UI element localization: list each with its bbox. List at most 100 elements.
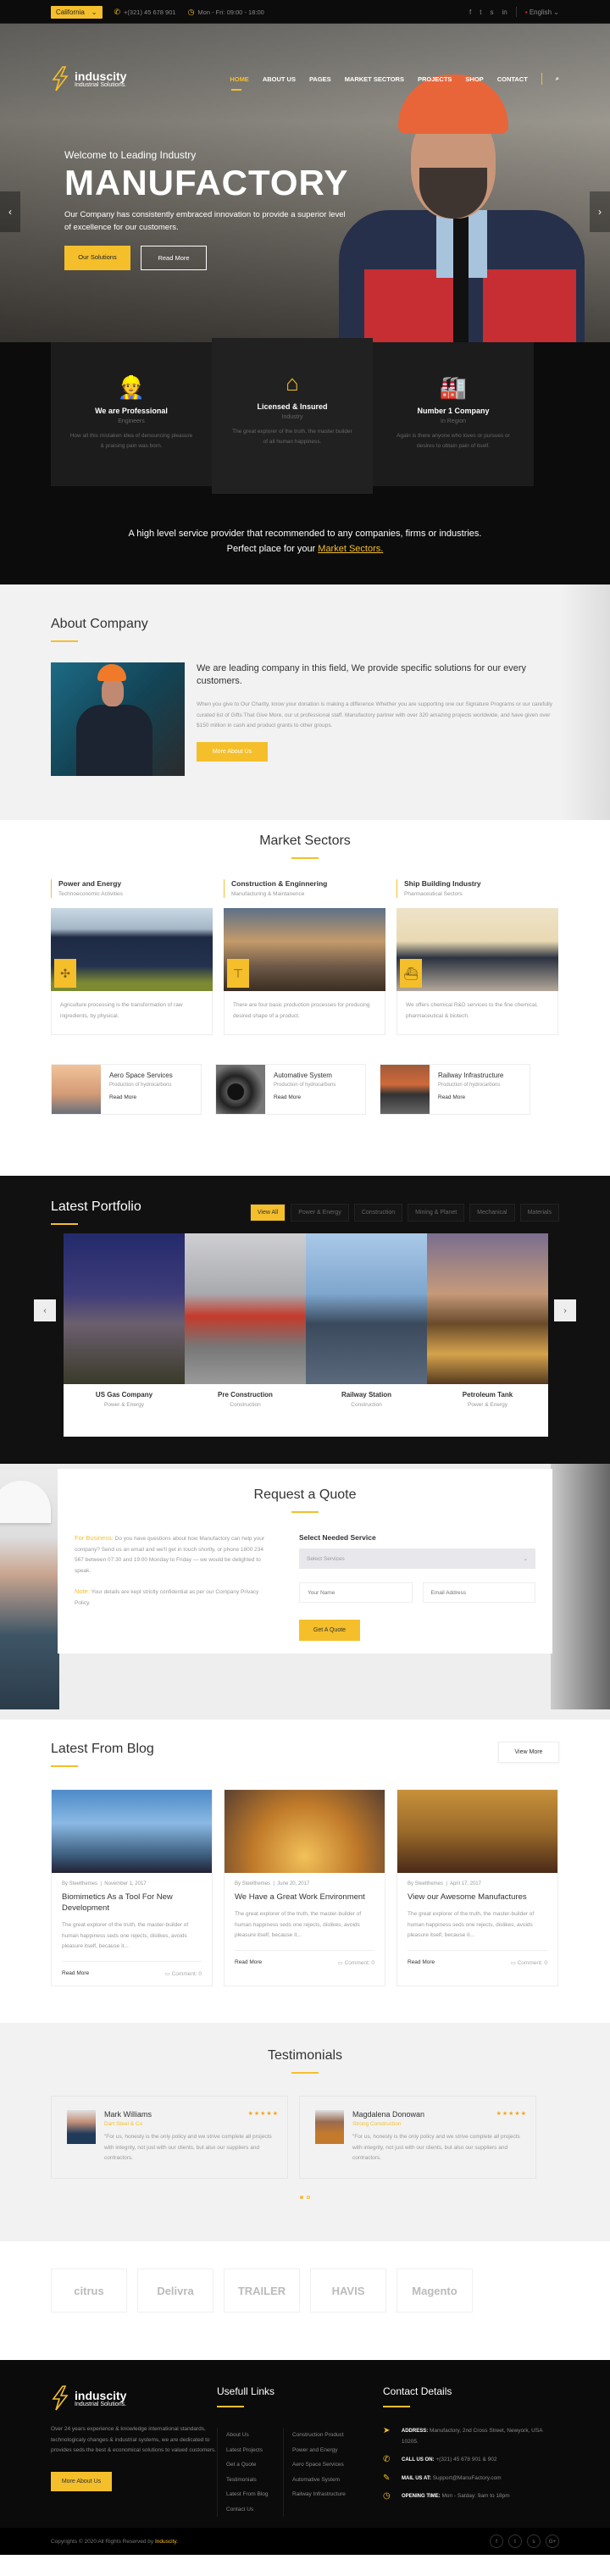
skype-icon[interactable]: s bbox=[491, 8, 494, 16]
client-logo-havis[interactable]: HAVIS bbox=[310, 2269, 386, 2313]
footer-more-about-button[interactable]: More About Us bbox=[51, 2471, 112, 2491]
nav-shop[interactable]: SHOP bbox=[465, 75, 483, 83]
footer-link[interactable]: Railway Infrastructure bbox=[292, 2487, 368, 2502]
chevron-down-icon: ⌄ bbox=[523, 1556, 528, 1562]
post-image[interactable] bbox=[52, 1790, 212, 1873]
read-more-link[interactable]: Read More bbox=[408, 1959, 435, 1966]
linkedin-icon[interactable]: in bbox=[502, 8, 507, 16]
footer-link[interactable]: Construction Product bbox=[292, 2428, 368, 2443]
market-sectors-link[interactable]: Market Sectors. bbox=[318, 544, 383, 554]
contact-value[interactable]: Support@ManuFactory.com bbox=[431, 2475, 502, 2481]
language-selector[interactable]: ▪ English ⌄ bbox=[525, 8, 559, 16]
filter-tab-materials[interactable]: Materials bbox=[519, 1203, 559, 1222]
nav-pages[interactable]: PAGES bbox=[309, 75, 331, 83]
footer-heading: Usefull Links bbox=[217, 2385, 275, 2397]
sector-card[interactable]: Ship Building Industry Pharmaceutical Sec… bbox=[396, 879, 558, 1035]
portfolio-item[interactable]: US Gas Company Power & Energy bbox=[64, 1233, 185, 1437]
section-heading: Latest From Blog bbox=[51, 1742, 154, 1756]
read-more-link[interactable]: Read More bbox=[109, 1094, 173, 1100]
read-more-link[interactable]: Read More bbox=[438, 1094, 503, 1100]
carousel-dot[interactable] bbox=[300, 2195, 303, 2199]
brand-link[interactable]: Induscity. bbox=[155, 2539, 178, 2545]
post-image[interactable] bbox=[397, 1790, 557, 1873]
comment-count[interactable]: ▭ Comment: 0 bbox=[338, 1959, 374, 1966]
sector-card[interactable]: Construction & Enginnering Manufacturing … bbox=[224, 879, 385, 1035]
mini-title: Railway Infrastructure bbox=[438, 1072, 504, 1079]
portfolio-item[interactable]: Railway Station Construction bbox=[306, 1233, 427, 1437]
nav-market-sectors[interactable]: MARKET SECTORS bbox=[345, 75, 404, 83]
top-bar: California ⌄ ✆ +(321) 45 678 901 ◷ Mon - Fr… bbox=[0, 0, 610, 24]
mini-sector-card[interactable]: Aero Space Services Production of hydroca… bbox=[51, 1064, 202, 1115]
footer-link[interactable]: Power and Energy bbox=[292, 2443, 368, 2458]
comment-count[interactable]: ▭ Comment: 0 bbox=[511, 1959, 547, 1966]
nav-contact[interactable]: CONTACT bbox=[497, 75, 528, 83]
sector-card[interactable]: Power and Energy Technoeconomic Activitie… bbox=[51, 879, 213, 1035]
more-about-us-button[interactable]: More About Us bbox=[197, 741, 268, 762]
filter-tab-mechanical[interactable]: Mechanical bbox=[469, 1203, 515, 1222]
logo[interactable]: induscity Industrial Solutions. bbox=[51, 66, 126, 91]
name-input[interactable] bbox=[299, 1582, 413, 1603]
read-more-link[interactable]: Read More bbox=[62, 1970, 89, 1977]
client-logo-citrus[interactable]: citrus bbox=[51, 2269, 127, 2313]
client-logo-delivra[interactable]: Delivra bbox=[137, 2269, 214, 2313]
filter-tab-construction[interactable]: Construction bbox=[353, 1203, 403, 1222]
hero-prev-arrow[interactable]: ‹ bbox=[0, 191, 20, 232]
footer-link[interactable]: About Us bbox=[226, 2428, 283, 2443]
footer-link[interactable]: Aero Space Services bbox=[292, 2457, 368, 2473]
read-more-link[interactable]: Read More bbox=[274, 1094, 336, 1100]
post-author[interactable]: By Steelthemes bbox=[235, 1881, 270, 1886]
facebook-icon[interactable]: f bbox=[490, 2534, 503, 2548]
post-title[interactable]: View our Awesome Manufactures bbox=[408, 1892, 547, 1903]
portfolio-next-arrow[interactable]: › bbox=[554, 1299, 576, 1321]
read-more-button[interactable]: Read More bbox=[141, 246, 207, 270]
post-author[interactable]: By Steelthemes bbox=[62, 1881, 97, 1886]
clock-icon: ◷ bbox=[383, 2491, 391, 2501]
location-dropdown[interactable]: California ⌄ bbox=[51, 5, 103, 19]
view-more-button[interactable]: View More bbox=[498, 1742, 559, 1763]
footer-link[interactable]: Contact Us bbox=[226, 2502, 283, 2518]
carousel-dot[interactable] bbox=[307, 2195, 310, 2199]
portfolio-prev-arrow[interactable]: ‹ bbox=[34, 1299, 56, 1321]
nav-projects[interactable]: PROJECTS bbox=[418, 75, 452, 83]
worker-image bbox=[0, 1464, 59, 1709]
footer-link[interactable]: Automative System bbox=[292, 2473, 368, 2488]
filter-tab-power-energy[interactable]: Power & Energy bbox=[291, 1203, 349, 1222]
footer-link[interactable]: Latest Projects bbox=[226, 2443, 283, 2458]
get-quote-button[interactable]: Get A Quote bbox=[299, 1620, 360, 1641]
portfolio-item[interactable]: Petroleum Tank Power & Energy bbox=[427, 1233, 548, 1437]
features-section: 👷 We are Professional Engineers How all … bbox=[0, 338, 610, 584]
search-icon[interactable]: ⌕ bbox=[556, 75, 559, 83]
post-author[interactable]: By Steelthemes bbox=[408, 1881, 443, 1886]
nav-home[interactable]: HOME bbox=[230, 75, 249, 91]
footer-link[interactable]: Testimonials bbox=[226, 2473, 283, 2488]
brand-name: induscity bbox=[75, 69, 127, 83]
facebook-icon[interactable]: f bbox=[469, 8, 471, 16]
post-title[interactable]: Biomimetics As a Tool For New Developmen… bbox=[62, 1892, 202, 1914]
post-excerpt: The great explorer of the truth, the mas… bbox=[62, 1920, 202, 1962]
hero-next-arrow[interactable]: › bbox=[590, 191, 610, 232]
read-more-link[interactable]: Read More bbox=[235, 1959, 262, 1966]
filter-tab-view-all[interactable]: View All bbox=[249, 1203, 286, 1222]
portfolio-item[interactable]: Pre Construction Construction bbox=[185, 1233, 306, 1437]
footer-logo[interactable]: induscity Industrial Solutions. bbox=[51, 2385, 217, 2411]
mini-sector-card[interactable]: Railway Infrastructure Production of hydr… bbox=[380, 1064, 530, 1115]
client-logo-trailer[interactable]: TRAILER bbox=[224, 2269, 300, 2313]
skype-icon[interactable]: s bbox=[527, 2534, 541, 2548]
twitter-icon[interactable]: t bbox=[508, 2534, 522, 2548]
our-solutions-button[interactable]: Our Solutions bbox=[64, 246, 130, 270]
comment-count[interactable]: ▭ Comment: 0 bbox=[165, 1970, 202, 1977]
post-meta: By Steelthemes | June 20, 2017 bbox=[235, 1881, 310, 1886]
email-input[interactable] bbox=[422, 1582, 535, 1603]
post-title[interactable]: We Have a Great Work Environment bbox=[235, 1892, 374, 1903]
filter-tab-mining-planet[interactable]: Mining & Planet bbox=[408, 1203, 465, 1222]
mini-sector-card[interactable]: Automative System Production of hydrocarb… bbox=[215, 1064, 366, 1115]
feature-text: How all this mistaken idea of denouncing… bbox=[69, 433, 193, 449]
footer-link[interactable]: Get a Quote bbox=[226, 2457, 283, 2473]
twitter-icon[interactable]: t bbox=[480, 8, 481, 16]
google-plus-icon[interactable]: G+ bbox=[546, 2534, 559, 2548]
footer-link[interactable]: Latest From Blog bbox=[226, 2487, 283, 2502]
service-select[interactable]: Select Services ⌄ bbox=[299, 1548, 535, 1569]
nav-about-us[interactable]: ABOUT US bbox=[263, 75, 296, 83]
client-logo-magento[interactable]: Magento bbox=[396, 2269, 473, 2313]
post-image[interactable] bbox=[225, 1790, 385, 1873]
